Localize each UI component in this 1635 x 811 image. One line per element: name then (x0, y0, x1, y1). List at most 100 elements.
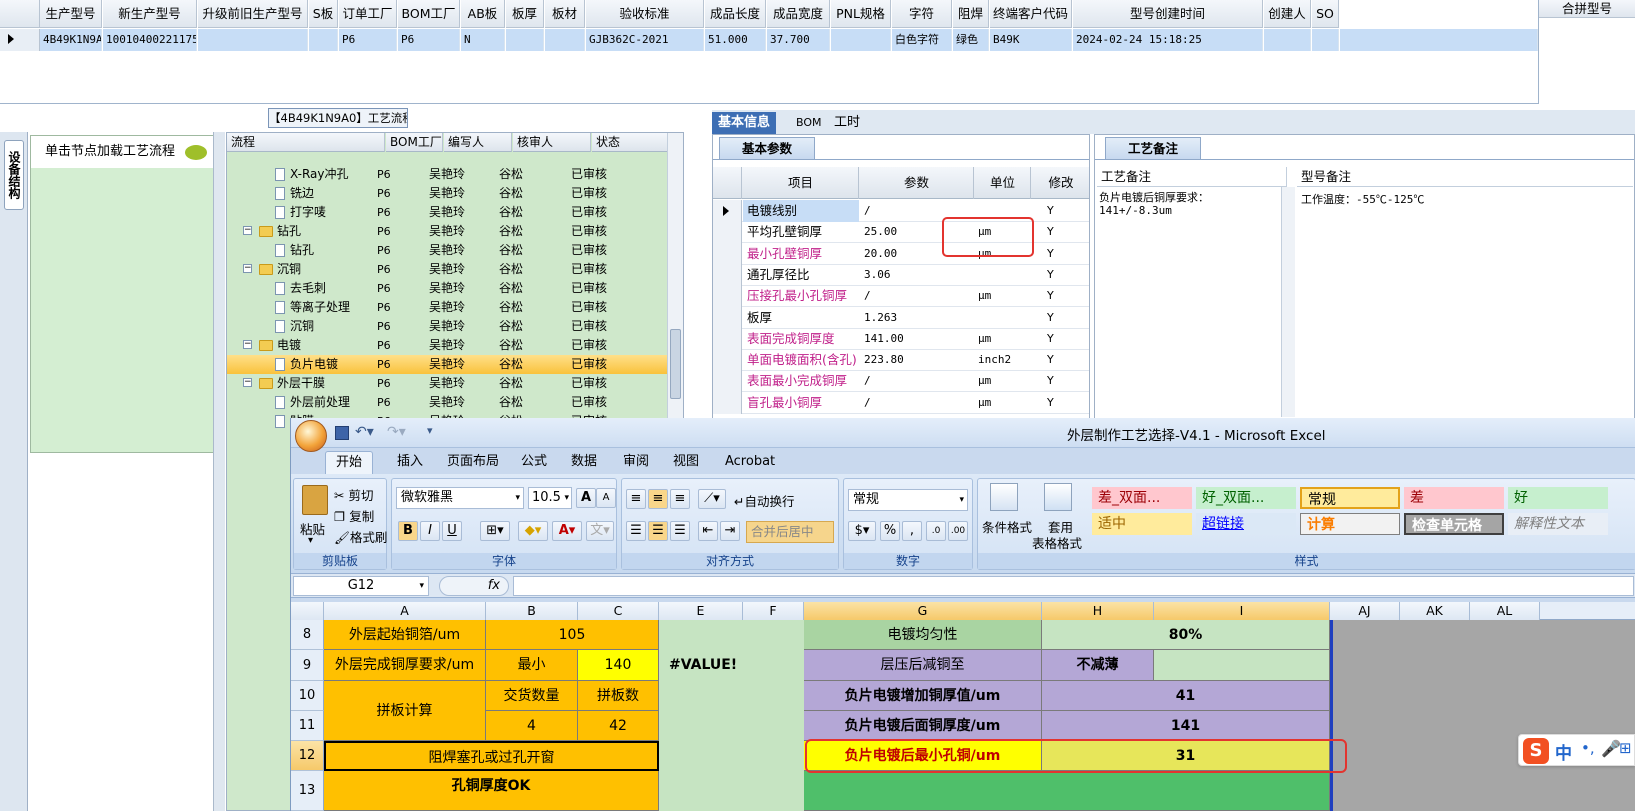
cell-b10[interactable]: 交货数量 (486, 681, 578, 711)
tree-row[interactable]: 沉铜 − P6 吴艳玲 谷松 已审核 (227, 260, 667, 279)
tree-node[interactable]: 去毛刺 (275, 279, 326, 298)
column-header[interactable]: 验收标准 (586, 0, 704, 28)
align-bottom-icon[interactable]: ≡ (670, 489, 690, 509)
phonetic-icon[interactable]: 文▾ (586, 521, 614, 541)
collapse-icon[interactable]: − (243, 378, 252, 387)
shrink-font-button[interactable]: A (596, 488, 616, 508)
cell-g8[interactable]: 电镀均匀性 (804, 620, 1042, 650)
tree-row-selected[interactable]: 负片电镀 P6 吴艳玲 谷松 已审核 (227, 355, 667, 374)
column-header[interactable]: AK (1400, 602, 1470, 620)
param-value[interactable]: 1.263 (861, 307, 973, 329)
column-header[interactable]: 板厚 (506, 0, 544, 28)
row-header[interactable]: 8 (291, 620, 324, 650)
grid-cell[interactable]: P6 (339, 29, 397, 51)
column-header[interactable]: 新生产型号 (103, 0, 197, 28)
tree-node[interactable]: X-Ray冲孔 (275, 165, 348, 184)
cell-g10[interactable]: 负片电镀增加铜厚值/um (804, 681, 1042, 711)
tab-work-hours[interactable]: 工时 (828, 112, 866, 134)
cell-h9[interactable]: 不减薄 (1042, 650, 1154, 681)
column-header[interactable]: B (486, 602, 578, 620)
ribbon-tab[interactable]: 开始 (325, 451, 374, 474)
cell-style-option[interactable]: 差 (1404, 487, 1504, 509)
row-indicator[interactable] (713, 370, 742, 393)
grid-cell[interactable]: 4B49K1N9A0 (40, 29, 102, 51)
collapse-icon[interactable]: − (243, 226, 252, 235)
tree-scroll-thumb[interactable] (670, 329, 681, 399)
row-header[interactable]: 10 (291, 681, 324, 711)
row-header[interactable]: 11 (291, 711, 324, 741)
cell-a12[interactable]: 阻焊塞孔或过孔开窗 (324, 741, 659, 771)
format-painter-button[interactable]: 🖌格式刷 (334, 527, 387, 546)
param-value[interactable]: 223.80 (861, 349, 973, 371)
ribbon-tab[interactable]: Acrobat (715, 451, 785, 474)
row-indicator[interactable] (713, 306, 742, 329)
column-header[interactable]: A (324, 602, 486, 620)
keyboard-icon[interactable]: ⊞ (1619, 739, 1632, 757)
params-column-header[interactable]: 项目 (743, 167, 859, 199)
row-indicator[interactable] (713, 327, 742, 350)
tree-column-header[interactable]: BOM工厂 (386, 133, 443, 152)
grid-cell[interactable]: N (461, 29, 505, 51)
align-right-icon[interactable]: ☰ (670, 521, 690, 541)
grid-cell[interactable]: 2024-02-24 15:18:25 (1073, 29, 1263, 51)
name-box[interactable]: G12 ▾ (293, 576, 429, 596)
tree-row[interactable]: 外层前处理 P6 吴艳玲 谷松 已审核 (227, 393, 667, 412)
tree-row[interactable]: 钻孔 − P6 吴艳玲 谷松 已审核 (227, 222, 667, 241)
column-header[interactable]: 生产型号 (40, 0, 102, 28)
row-indicator[interactable] (713, 391, 742, 414)
column-header[interactable]: 阻焊 (953, 0, 989, 28)
tree-node[interactable]: 钻孔 (259, 222, 301, 241)
tree-row[interactable]: 外层干膜 − P6 吴艳玲 谷松 已审核 (227, 374, 667, 393)
ribbon-tab[interactable]: 审阅 (613, 451, 659, 474)
column-header[interactable]: E (659, 602, 743, 620)
column-header[interactable]: SO (1312, 0, 1339, 28)
param-value[interactable]: 141.00 (861, 328, 973, 350)
number-format-select[interactable]: 常规 ▾ (848, 489, 968, 511)
tree-node[interactable]: 负片电镀 (275, 355, 338, 374)
row-indicator[interactable] (713, 285, 742, 308)
cell-style-option[interactable]: 常规 (1300, 487, 1400, 509)
tree-node[interactable]: 外层干膜 (259, 374, 325, 393)
cell-c9[interactable]: 140 (578, 650, 659, 681)
orientation-icon[interactable]: ⟋▾ (698, 489, 726, 509)
tree-row[interactable]: 等离子处理 P6 吴艳玲 谷松 已审核 (227, 298, 667, 317)
cell-style-option[interactable]: 解释性文本 (1508, 513, 1608, 535)
cell-g11[interactable]: 负片电镀后面铜厚度/um (804, 711, 1042, 741)
cell-g9[interactable]: 层压后减铜至 (804, 650, 1042, 681)
tree-node[interactable]: 钻孔 (275, 241, 314, 260)
ribbon-tab[interactable]: 页面布局 (437, 451, 509, 474)
bold-button[interactable]: B (398, 521, 418, 541)
tree-node[interactable]: 等离子处理 (275, 298, 350, 317)
conditional-format-icon[interactable] (990, 483, 1018, 511)
param-value[interactable]: / (861, 285, 973, 307)
tree-column-header[interactable]: 编写人 (444, 133, 512, 152)
tree-node[interactable]: 沉铜 (259, 260, 301, 279)
row-indicator[interactable] (713, 263, 742, 286)
column-header[interactable]: 创建人 (1264, 0, 1311, 28)
cell-style-option[interactable]: 好_双面... (1196, 487, 1296, 509)
paste-dropdown-icon[interactable]: ▾ (308, 535, 313, 546)
column-header[interactable]: BOM工厂 (398, 0, 460, 28)
paste-icon[interactable] (302, 485, 328, 515)
tree-row[interactable]: 铣边 P6 吴艳玲 谷松 已审核 (227, 184, 667, 203)
column-header[interactable]: S板 (309, 0, 338, 28)
ime-mode[interactable]: 中 (1555, 739, 1572, 764)
fill-color-icon[interactable]: ◆▾ (518, 521, 548, 541)
font-color-icon[interactable]: A▾ (552, 521, 582, 541)
tree-node[interactable]: 电镀 (259, 336, 301, 355)
tab-process-notes[interactable]: 工艺备注 (1105, 137, 1201, 159)
undo-icon[interactable]: ↶▾ (355, 424, 374, 440)
font-name-select[interactable]: 微软雅黑 ▾ (396, 487, 524, 509)
row-indicator[interactable] (713, 349, 742, 372)
tab-device-structure[interactable]: 设备结构 (4, 140, 24, 210)
row-indicator[interactable] (713, 221, 742, 244)
cell-style-option[interactable]: 好 (1508, 487, 1608, 509)
wrap-text-button[interactable]: ↵自动换行 (734, 491, 795, 510)
tree-row[interactable]: 去毛刺 P6 吴艳玲 谷松 已审核 (227, 279, 667, 298)
tab-bom[interactable]: BOM (790, 112, 828, 134)
param-value[interactable]: / (861, 392, 973, 414)
cell-i9[interactable] (1154, 650, 1330, 681)
column-header[interactable]: C (578, 602, 659, 620)
ribbon-tab[interactable]: 视图 (663, 451, 709, 474)
grid-cell[interactable] (506, 29, 544, 51)
